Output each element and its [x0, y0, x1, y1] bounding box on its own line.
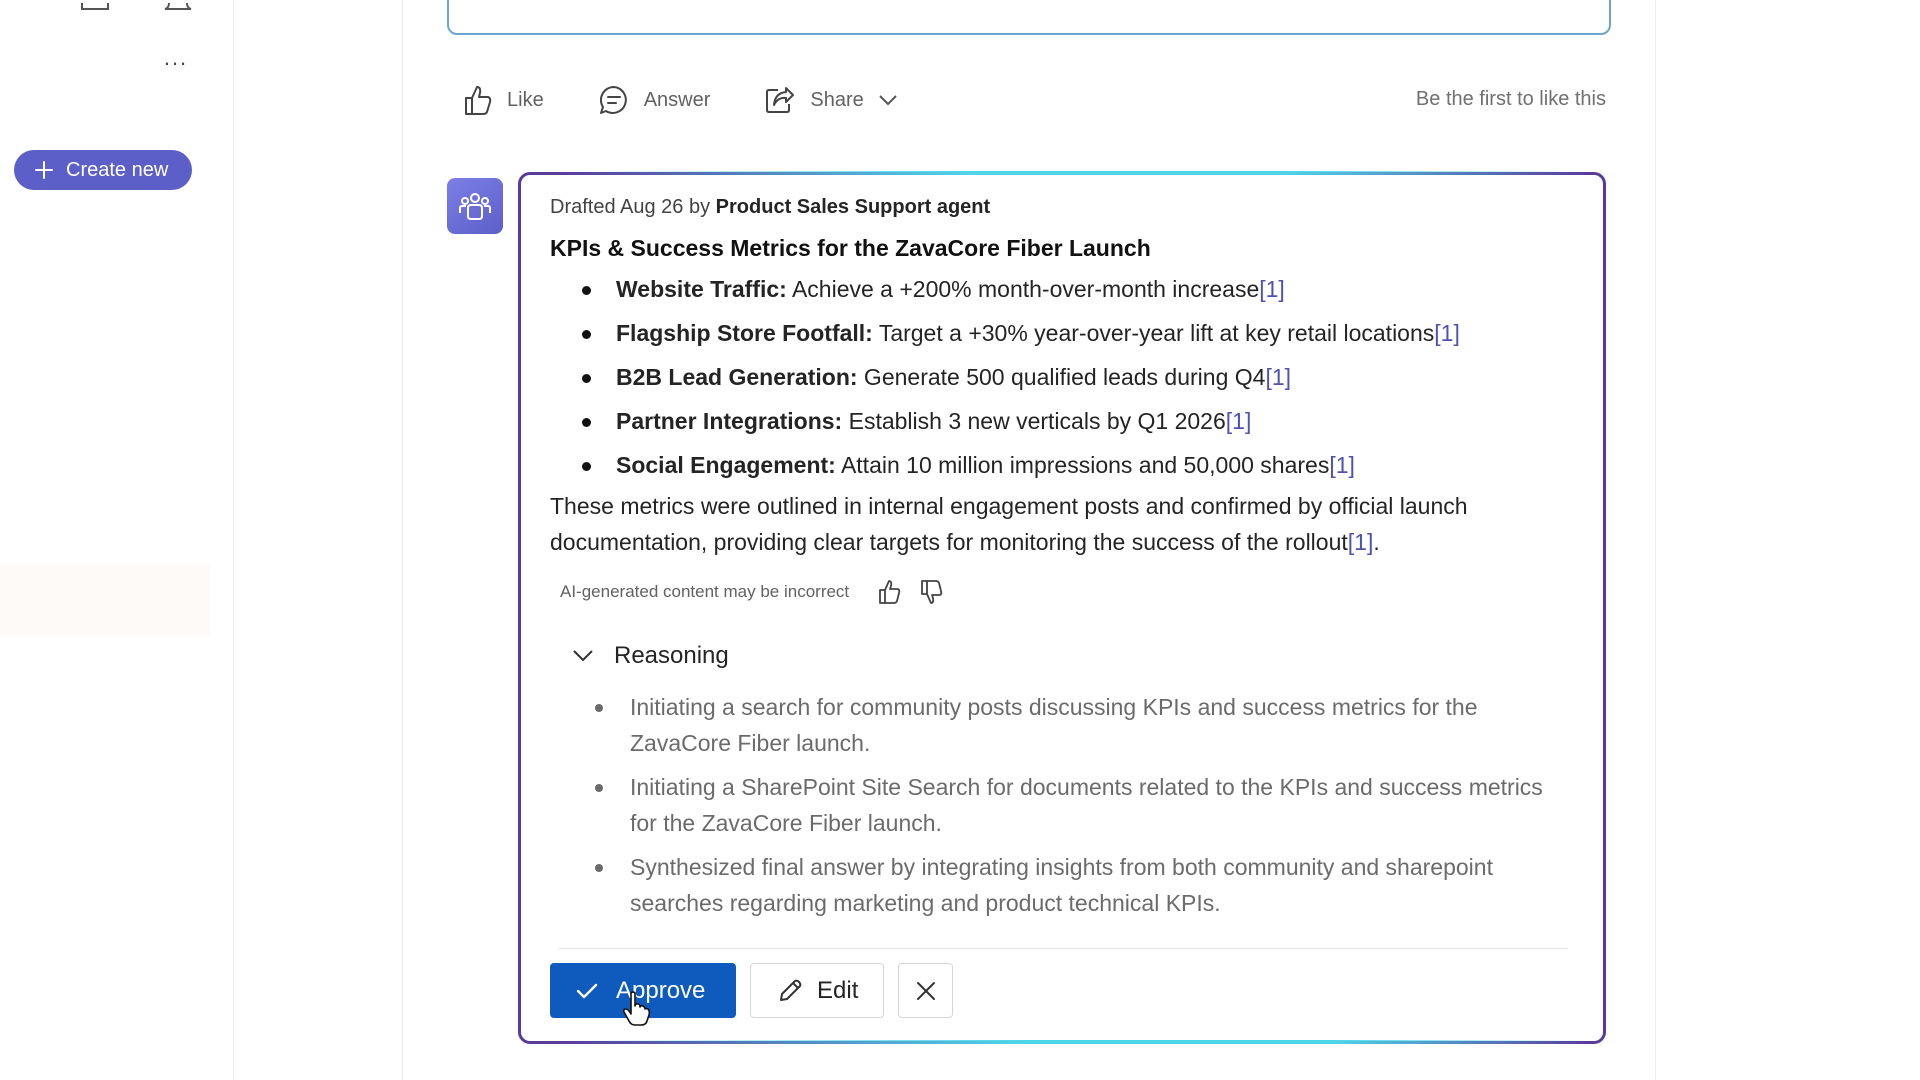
kpi-label: Website Traffic: [616, 276, 787, 302]
likes-status-text: Be the first to like this [1415, 88, 1606, 110]
bot-avatar [447, 178, 503, 234]
thumbs-up-button[interactable] [875, 577, 905, 607]
thumbs-down-button[interactable] [917, 577, 947, 607]
reply-composer[interactable] [447, 0, 1611, 35]
ai-disclaimer: AI-generated content may be incorrect [560, 582, 850, 601]
checkmark-icon [576, 983, 598, 998]
kpi-label: Flagship Store Footfall: [616, 320, 873, 346]
kpi-item: Flagship Store Footfall: Target a +30% y… [578, 311, 1570, 355]
calendar-icon[interactable] [80, 0, 110, 10]
rail-hover-area [0, 565, 210, 635]
bot-avatar-icon [459, 193, 491, 220]
card-divider [558, 948, 1568, 949]
close-icon [916, 981, 935, 1000]
edit-button[interactable]: Edit [750, 963, 884, 1018]
reasoning-item: Synthesized final answer by integrating … [595, 849, 1570, 921]
kpi-text: Attain 10 million impressions and 50,000… [835, 452, 1330, 478]
kpi-label: Partner Integrations: [616, 408, 843, 434]
kpi-label: B2B Lead Generation: [616, 364, 858, 390]
card-glow-bottom [560, 1040, 1590, 1044]
like-button[interactable]: Like [463, 84, 544, 116]
chevron-down-icon[interactable] [878, 94, 898, 106]
share-label: Share [810, 88, 864, 111]
feedback-row: AI-generated content may be incorrect [550, 577, 1570, 607]
reasoning-label: Reasoning [614, 642, 729, 669]
citation-link[interactable]: [1] [1329, 452, 1355, 478]
kpi-list: Website Traffic: Achieve a +200% month-o… [550, 267, 1570, 487]
answer-summary: These metrics were outlined in internal … [550, 488, 1570, 560]
kpi-text: Generate 500 qualified leads during Q4 [857, 364, 1266, 390]
reasoning-item: Initiating a SharePoint Site Search for … [595, 769, 1570, 841]
citation-link[interactable]: [1] [1434, 320, 1460, 346]
citation-link[interactable]: [1] [1259, 276, 1285, 302]
kpi-text: Achieve a +200% month-over-month increas… [786, 276, 1260, 302]
drafted-by-line: Drafted Aug 26 by Product Sales Support … [550, 196, 1570, 226]
answer-action-buttons: Approve Edit [550, 963, 953, 1018]
reasoning-toggle[interactable]: Reasoning [550, 639, 1570, 673]
thumbs-down-icon [921, 580, 943, 604]
answer-title: KPIs & Success Metrics for the ZavaCore … [550, 235, 1151, 261]
kpi-item: Partner Integrations: Establish 3 new ve… [578, 399, 1570, 443]
kpi-item: Social Engagement: Attain 10 million imp… [578, 443, 1570, 487]
post-actions-bar: Like Answer Share [463, 78, 898, 122]
hand-cursor-icon [622, 990, 652, 1033]
kpi-label: Social Engagement: [616, 452, 836, 478]
citation-link[interactable]: [1] [1348, 529, 1374, 555]
citation-link[interactable]: [1] [1226, 408, 1252, 434]
citation-link[interactable]: [1] [1265, 364, 1291, 390]
drafted-prefix: Drafted Aug 26 by [550, 196, 716, 218]
card-glow-top [560, 171, 1590, 175]
bell-icon[interactable] [163, 0, 193, 10]
left-rail: ... Create new [0, 0, 234, 1080]
agent-name[interactable]: Product Sales Support agent [716, 196, 990, 218]
share-button[interactable]: Share [764, 85, 897, 115]
reasoning-list: Initiating a search for community posts … [550, 689, 1570, 921]
dismiss-button[interactable] [898, 963, 953, 1018]
summary-text: These metrics were outlined in internal … [550, 493, 1468, 555]
kpi-text: Establish 3 new verticals by Q1 2026 [842, 408, 1226, 434]
answer-card-content: Drafted Aug 26 by Product Sales Support … [550, 196, 1570, 929]
reasoning-item: Initiating a search for community posts … [595, 689, 1570, 761]
answer-label: Answer [643, 88, 711, 111]
share-icon [766, 87, 795, 113]
kpi-text: Target a +30% year-over-year lift at key… [872, 320, 1435, 346]
like-label: Like [507, 88, 544, 111]
create-new-label: Create new [66, 158, 169, 181]
kpi-item: B2B Lead Generation: Generate 500 qualif… [578, 355, 1570, 399]
kpi-item: Website Traffic: Achieve a +200% month-o… [578, 267, 1570, 311]
summary-period: . [1373, 529, 1380, 555]
chevron-down-icon [573, 650, 593, 662]
create-new-button[interactable]: Create new [14, 150, 192, 190]
thumbs-up-icon [879, 580, 901, 604]
answer-icon [599, 85, 627, 114]
plus-icon [35, 161, 53, 179]
like-icon [465, 86, 492, 115]
answer-button[interactable]: Answer [598, 84, 711, 116]
more-options-button[interactable]: ... [160, 47, 192, 76]
edit-label: Edit [817, 976, 859, 1004]
pencil-icon [780, 979, 802, 1001]
